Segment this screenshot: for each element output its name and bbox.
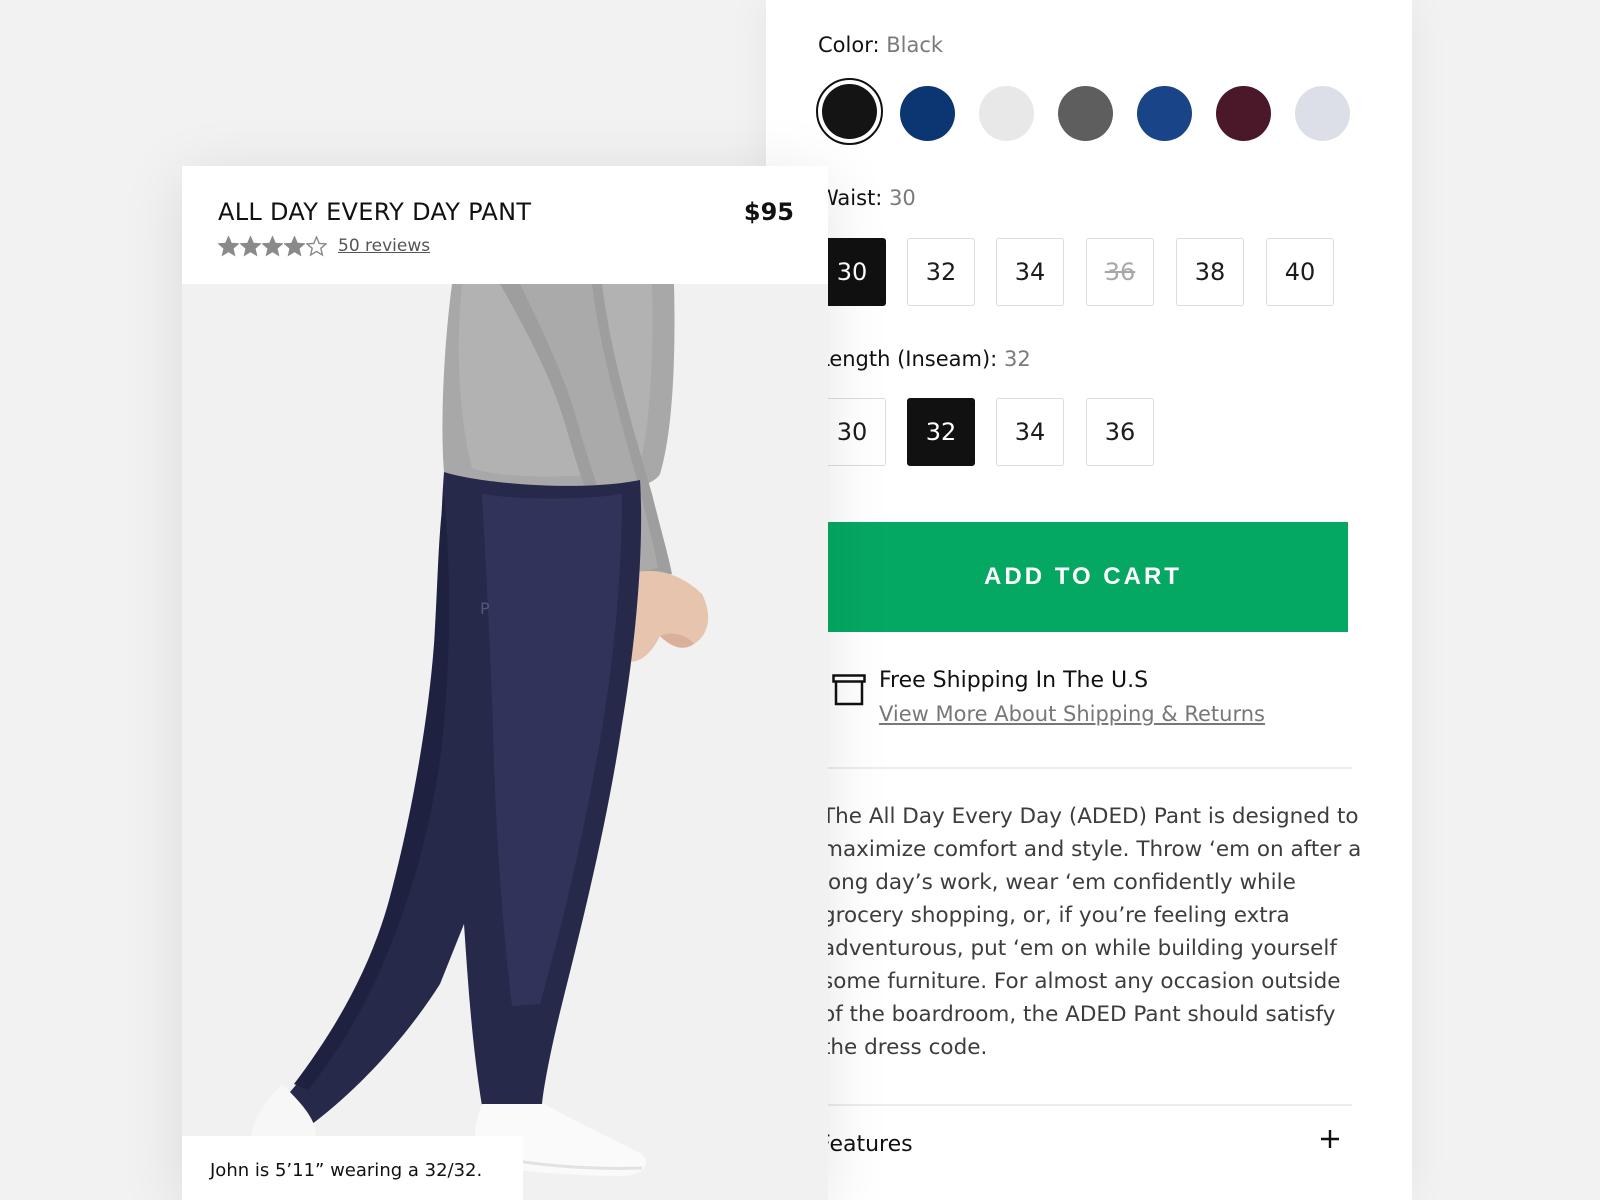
color-swatch-light-grey[interactable] [979, 86, 1034, 141]
shipping-title: Free Shipping In The U.S [879, 668, 1149, 693]
divider [818, 1104, 1352, 1106]
length-size-34[interactable]: 34 [996, 398, 1064, 466]
length-option-label: Length (Inseam): 32 [818, 347, 1031, 371]
color-swatch-navy[interactable] [900, 86, 955, 141]
model-caption: John is 5’11” wearing a 32/32. [182, 1136, 523, 1200]
star-filled-icon [284, 236, 305, 257]
color-swatch-maroon[interactable] [1216, 86, 1271, 141]
color-label-text: Color: [818, 33, 880, 57]
waist-selected-value: 30 [889, 186, 916, 210]
divider [818, 767, 1352, 769]
shipping-returns-link[interactable]: View More About Shipping & Returns [879, 702, 1265, 726]
svg-text:P: P [480, 599, 490, 618]
color-swatch-pale-grey[interactable] [1295, 86, 1350, 141]
plus-icon[interactable] [1319, 1128, 1341, 1150]
length-size-32[interactable]: 32 [907, 398, 975, 466]
waist-size-36[interactable]: 36 [1086, 238, 1154, 306]
waist-size-34[interactable]: 34 [996, 238, 1064, 306]
star-filled-icon [240, 236, 261, 257]
swatch-fill [822, 84, 877, 139]
box-icon [832, 674, 866, 706]
color-swatch-black[interactable] [816, 78, 883, 145]
waist-size-30[interactable]: 30 [818, 238, 886, 306]
product-title: ALL DAY EVERY DAY PANT [218, 198, 532, 226]
waist-size-38[interactable]: 38 [1176, 238, 1244, 306]
features-accordion-label[interactable]: Features [818, 1132, 913, 1157]
product-card: P ALL DAY EVERY DAY PANT $95 50 reviews … [182, 166, 828, 1200]
star-filled-icon [262, 236, 283, 257]
product-options-panel: Color: Black Waist: 30 30 32 34 36 38 40… [766, 0, 1412, 1200]
color-swatch-charcoal[interactable] [1058, 86, 1113, 141]
product-header: ALL DAY EVERY DAY PANT $95 50 reviews [182, 166, 828, 284]
product-photo: P [182, 284, 828, 1200]
model-caption-text: John is 5’11” wearing a 32/32. [210, 1160, 483, 1181]
reviews-link[interactable]: 50 reviews [338, 236, 430, 256]
color-swatch-heather-blue[interactable] [1137, 86, 1192, 141]
color-option-label: Color: Black [818, 33, 943, 57]
length-selected-value: 32 [1003, 347, 1031, 371]
product-price: $95 [743, 198, 794, 226]
star-empty-icon [306, 236, 327, 257]
length-size-36[interactable]: 36 [1086, 398, 1154, 466]
waist-size-40[interactable]: 40 [1266, 238, 1334, 306]
add-to-cart-button[interactable]: ADD TO CART [818, 522, 1348, 632]
waist-size-32[interactable]: 32 [907, 238, 975, 306]
length-size-30[interactable]: 30 [818, 398, 886, 466]
product-description: The All Day Every Day (ADED) Pant is des… [822, 804, 1362, 1060]
waist-option-label: Waist: 30 [818, 186, 916, 210]
color-selected-value: Black [886, 33, 944, 57]
length-label-text: Length (Inseam): [818, 347, 998, 371]
star-filled-icon [218, 236, 239, 257]
